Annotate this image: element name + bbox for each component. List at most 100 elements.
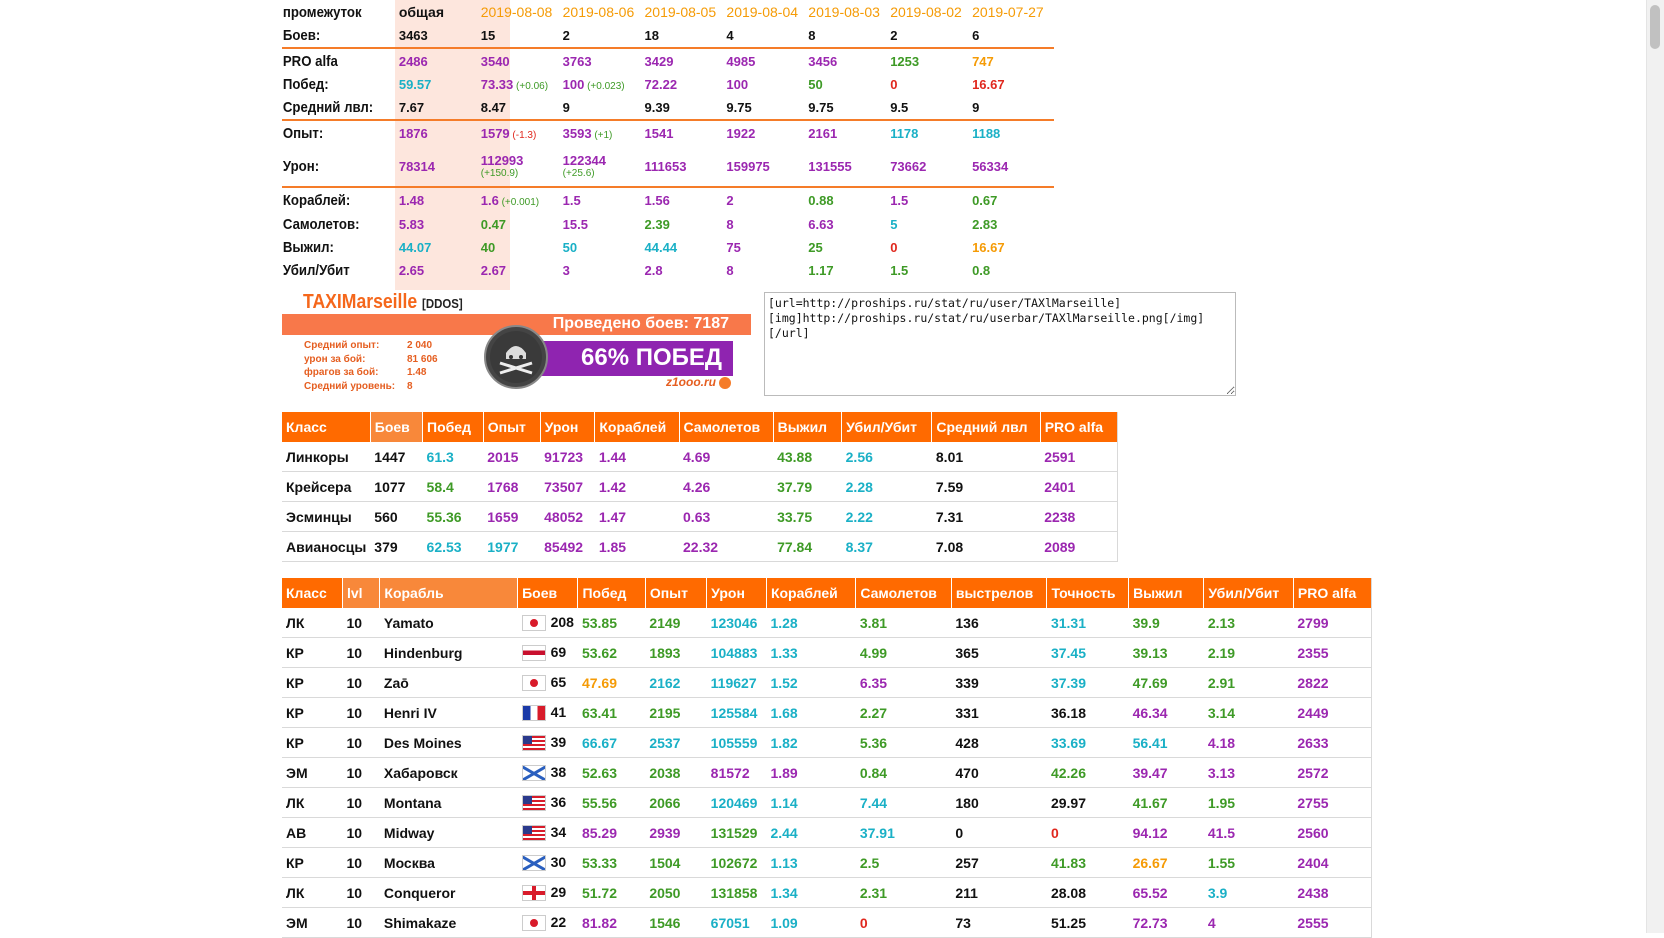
ship-row[interactable]: АВ 10 Midway 34 85.29 2939 131529 2.44 37.91 0 0 94…: [282, 817, 1373, 848]
ship-cell-sh: 73: [951, 907, 1047, 938]
column-header[interactable]: Убил/Убит: [1203, 578, 1294, 608]
userbar-stats: Средний опыт: 2 040 урон за бой: 81 606 фраг…: [304, 339, 438, 393]
column-header[interactable]: Кораблей: [766, 578, 857, 608]
column-header[interactable]: Урон: [540, 412, 596, 442]
ship-cell-e: 2162: [645, 667, 707, 698]
value: 112993: [480, 153, 524, 168]
ship-cell-e: 1504: [645, 847, 707, 878]
site-link[interactable]: z1ooo.ru: [666, 375, 731, 389]
ship-cell-w: 53.85: [577, 608, 646, 638]
column-header[interactable]: Точность: [1046, 578, 1130, 608]
ship-cell-s: 1.52: [766, 667, 856, 698]
column-header[interactable]: PRO alfa: [1293, 578, 1373, 608]
summary-cell: 1.5: [890, 263, 972, 278]
column-header[interactable]: Класс: [282, 578, 343, 608]
column-header[interactable]: Опыт: [483, 412, 541, 442]
column-header[interactable]: PRO alfa: [1040, 412, 1119, 442]
vertical-scrollbar[interactable]: [1646, 0, 1664, 933]
column-header[interactable]: Выжил: [1128, 578, 1205, 608]
scrollbar-thumb[interactable]: [1650, 5, 1660, 49]
ship-row[interactable]: ЛК 10 Montana 36 55.56 2066 120469 1.14 7.44 180 2…: [282, 787, 1373, 818]
ship-row[interactable]: КР 10 Henri IV 41 63.41 2195 125584 1.68 2.27 331…: [282, 697, 1373, 728]
table-cell: 1.42: [594, 471, 680, 502]
column-header[interactable]: выстрелов: [951, 578, 1048, 608]
column-header[interactable]: lvl: [342, 578, 381, 608]
ship-cell-d: 119627: [706, 667, 767, 698]
column-header[interactable]: Боев: [517, 578, 579, 608]
ship-cell-name: Henri IV: [379, 697, 518, 728]
value: 78314: [398, 158, 435, 174]
ship-cell-acc: 31.31: [1046, 608, 1129, 638]
value: 2019-08-03: [808, 4, 880, 20]
ship-cell-sv: 46.34: [1128, 697, 1204, 728]
userbar-stat-row: Средний опыт: 2 040: [304, 339, 438, 353]
ship-row[interactable]: КР 10 Des Moines 39 66.67 2537 105559 1.82 5.36 4…: [282, 727, 1373, 758]
column-header[interactable]: Самолетов: [679, 412, 774, 442]
summary-cell: 78314: [399, 159, 481, 174]
table-cell: 33.75: [773, 501, 842, 532]
battles: 22: [550, 913, 567, 930]
ship-cell-pro: 2822: [1293, 667, 1373, 698]
value: 3463: [398, 28, 428, 43]
summary-row-damage: Урон: 78314 112993 (+150.9) 122344 (+25.6) 111…: [282, 146, 1054, 186]
summary-cell: 1.17: [808, 263, 890, 278]
column-header[interactable]: Корабль: [379, 578, 519, 608]
ship-cell-lvl: 10: [342, 637, 380, 668]
stat-label: фрагов за бой:: [304, 367, 379, 378]
column-header[interactable]: Урон: [706, 578, 767, 608]
clan-tag: [DDOS]: [422, 296, 463, 311]
bbcode-textarea[interactable]: [764, 292, 1236, 396]
summary-cell: 1253: [890, 54, 972, 69]
stat-value: 2 040: [407, 340, 433, 351]
ship-cell-p: 0: [855, 907, 952, 938]
summary-row-kd: Убил/Убит 2.65 2.67 3 2.8 8 1.17 1.5 0.8: [282, 259, 1054, 282]
column-header[interactable]: Класс: [282, 412, 371, 442]
summary-row-header: промежуток общая 2019-08-08 2019-08-06 2019-…: [282, 0, 1054, 24]
ship-cell-cls: КР: [282, 727, 343, 758]
ship-row[interactable]: КР 10 Hindenburg 69 53.62 1893 104883 1.33 4.99 3…: [282, 637, 1373, 668]
table-cell: 55.36: [422, 501, 484, 532]
ship-cell-sh: 211: [951, 877, 1047, 908]
column-header[interactable]: Кораблей: [594, 412, 680, 442]
column-header[interactable]: Боев: [370, 412, 424, 442]
column-header[interactable]: Самолетов: [855, 578, 952, 608]
ship-cell-lvl: 10: [342, 727, 380, 758]
summary-cell: 9.75: [726, 100, 808, 115]
ship-cell-e: 2066: [645, 787, 707, 818]
ship-cell-sh: 365: [951, 637, 1047, 668]
value: 8: [726, 217, 734, 232]
ship-cell-acc: 33.69: [1046, 727, 1129, 758]
value: 2486: [398, 53, 428, 69]
column-header[interactable]: Побед: [422, 412, 484, 442]
summary-label: Средний лвл:: [282, 99, 374, 116]
column-header[interactable]: Опыт: [645, 578, 708, 608]
value: 2.67: [480, 263, 507, 278]
ship-row[interactable]: КР 10 Zaō 65 47.69 2162 119627 1.52 6.35 339 37.39…: [282, 667, 1373, 698]
column-header[interactable]: Выжил: [773, 412, 843, 442]
value: 44.07: [398, 240, 432, 255]
value: 9: [562, 100, 570, 115]
column-header[interactable]: Средний лвл: [931, 412, 1041, 442]
ship-cell-d: 125584: [706, 697, 767, 728]
summary-cell: 25: [808, 240, 890, 255]
ship-row[interactable]: ЭМ 10 Хабаровск 38 52.63 2038 81572 1.89 0.84 470…: [282, 757, 1373, 788]
battles: 34: [550, 823, 567, 840]
column-header[interactable]: Убил/Убит: [841, 412, 933, 442]
summary-cell: 159975: [726, 159, 808, 174]
ship-cell-name: Conqueror: [379, 877, 518, 908]
ship-cell-b: 39: [517, 727, 578, 758]
column-header[interactable]: Побед: [577, 578, 646, 608]
ship-row[interactable]: ЛК 10 Conqueror 29 51.72 2050 131858 1.34 2.31 21…: [282, 877, 1373, 908]
value: 0.88: [808, 193, 834, 208]
ship-cell-w: 53.33: [577, 847, 646, 878]
summary-cell: 2019-07-27: [972, 4, 1054, 20]
value: 1.6: [480, 193, 499, 208]
ship-row[interactable]: КР 10 Москва 30 53.33 1504 102672 1.13 2.5 257 41.…: [282, 847, 1373, 878]
ship-cell-pro: 2572: [1293, 757, 1373, 788]
ship-cell-lvl: 10: [342, 907, 380, 938]
ship-row[interactable]: ЛК 10 Yamato 208 53.85 2149 123046 1.28 3.81 136 3…: [282, 608, 1373, 638]
ship-cell-sh: 470: [951, 757, 1047, 788]
ship-cell-sv: 72.73: [1128, 907, 1204, 938]
table-cell: 7.59: [931, 471, 1041, 502]
ship-row[interactable]: ЭМ 10 Shimakaze 22 81.82 1546 67051 1.09 0 73 51.2…: [282, 907, 1373, 938]
